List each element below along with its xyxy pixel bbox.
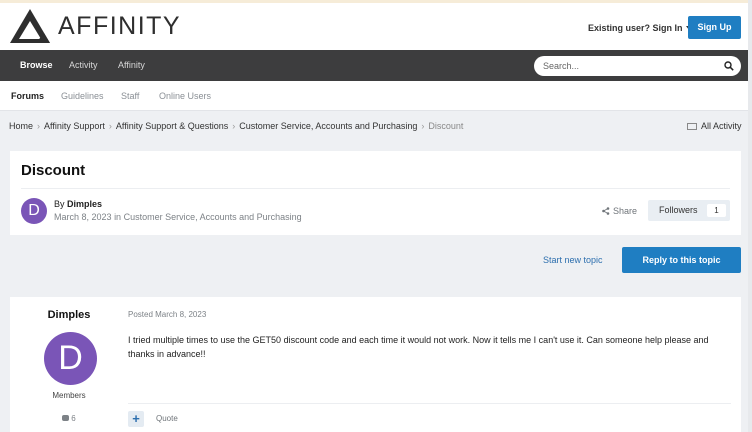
reply-to-topic-button[interactable]: Reply to this topic (622, 247, 741, 273)
followers-label: Followers (659, 205, 698, 215)
avatar[interactable]: D (44, 332, 97, 385)
post-body: I tried multiple times to use the GET50 … (128, 335, 709, 359)
breadcrumb-home[interactable]: Home (9, 121, 33, 131)
subnav-staff[interactable]: Staff (121, 81, 139, 111)
chevron-right-icon: › (421, 121, 425, 131)
topic-meta: March 8, 2023 in Customer Service, Accou… (54, 212, 302, 222)
affinity-logo-icon[interactable] (9, 8, 51, 46)
site-header: AFFINITY Existing user? Sign In Sign Up (0, 3, 752, 50)
start-new-topic-link[interactable]: Start new topic (543, 255, 603, 265)
breadcrumb-customer-service[interactable]: Customer Service, Accounts and Purchasin… (239, 121, 417, 131)
post-count-value: 6 (71, 414, 76, 423)
author-group-badge: Members (52, 391, 86, 400)
breadcrumb-support-questions[interactable]: Affinity Support & Questions (116, 121, 228, 131)
divider (21, 188, 730, 189)
scrollbar-track[interactable] (748, 0, 752, 432)
post-date: Posted March 8, 2023 (128, 310, 207, 319)
activity-feed-icon (687, 123, 697, 130)
page-title: Discount (21, 162, 86, 179)
search-box (534, 56, 741, 76)
search-input[interactable] (543, 59, 713, 73)
by-label: By (54, 199, 65, 209)
multiquote-add-button[interactable]: + (128, 411, 144, 427)
post-author-name[interactable]: Dimples (10, 309, 128, 321)
topic-author-line: By Dimples (54, 199, 102, 209)
avatar[interactable]: D (21, 198, 47, 224)
main-nav: Browse Activity Affinity (0, 50, 752, 81)
topic-forum-link[interactable]: Customer Service, Accounts and Purchasin… (124, 212, 302, 222)
share-button[interactable]: Share (602, 206, 637, 216)
breadcrumb-affinity-support[interactable]: Affinity Support (44, 121, 105, 131)
topic-author-link[interactable]: Dimples (67, 199, 102, 209)
author-post-count: 6 (10, 414, 128, 423)
post-card: Dimples D Members 6 Posted March 8, 2023… (10, 297, 741, 432)
breadcrumb: Home › Affinity Support › Affinity Support &… (9, 121, 463, 131)
in-label: in (114, 212, 122, 222)
sign-in-link[interactable]: Existing user? Sign In (588, 23, 692, 33)
sign-in-label: Existing user? Sign In (588, 23, 683, 33)
breadcrumb-current: Discount (428, 121, 464, 131)
brand-wordmark[interactable]: AFFINITY (58, 12, 181, 41)
forum-subnav: Forums Guidelines Staff Online Users (0, 81, 752, 111)
tab-activity[interactable]: Activity (69, 50, 98, 81)
chevron-right-icon: › (108, 121, 112, 131)
share-icon (602, 207, 610, 215)
chevron-right-icon: › (37, 121, 41, 131)
sign-up-button[interactable]: Sign Up (688, 16, 741, 39)
subnav-online-users[interactable]: Online Users (159, 81, 211, 111)
comment-icon (62, 415, 70, 421)
divider (128, 403, 731, 404)
followers-count-badge: 1 (707, 204, 726, 217)
tab-browse[interactable]: Browse (20, 50, 53, 81)
topic-date: March 8, 2023 (54, 212, 112, 222)
tab-affinity[interactable]: Affinity (118, 50, 145, 81)
quote-button[interactable]: Quote (156, 414, 178, 423)
topic-header: Discount D By Dimples March 8, 2023 in C… (10, 151, 741, 235)
post-author-panel: Dimples D Members 6 (10, 297, 128, 432)
all-activity-link[interactable]: All Activity (687, 121, 742, 131)
share-label: Share (613, 206, 638, 216)
all-activity-label: All Activity (701, 121, 742, 131)
subnav-forums[interactable]: Forums (11, 81, 44, 111)
followers-button[interactable]: Followers 1 (648, 200, 730, 221)
chevron-right-icon: › (232, 121, 236, 131)
subnav-guidelines[interactable]: Guidelines (61, 81, 104, 111)
search-icon[interactable] (724, 61, 734, 71)
